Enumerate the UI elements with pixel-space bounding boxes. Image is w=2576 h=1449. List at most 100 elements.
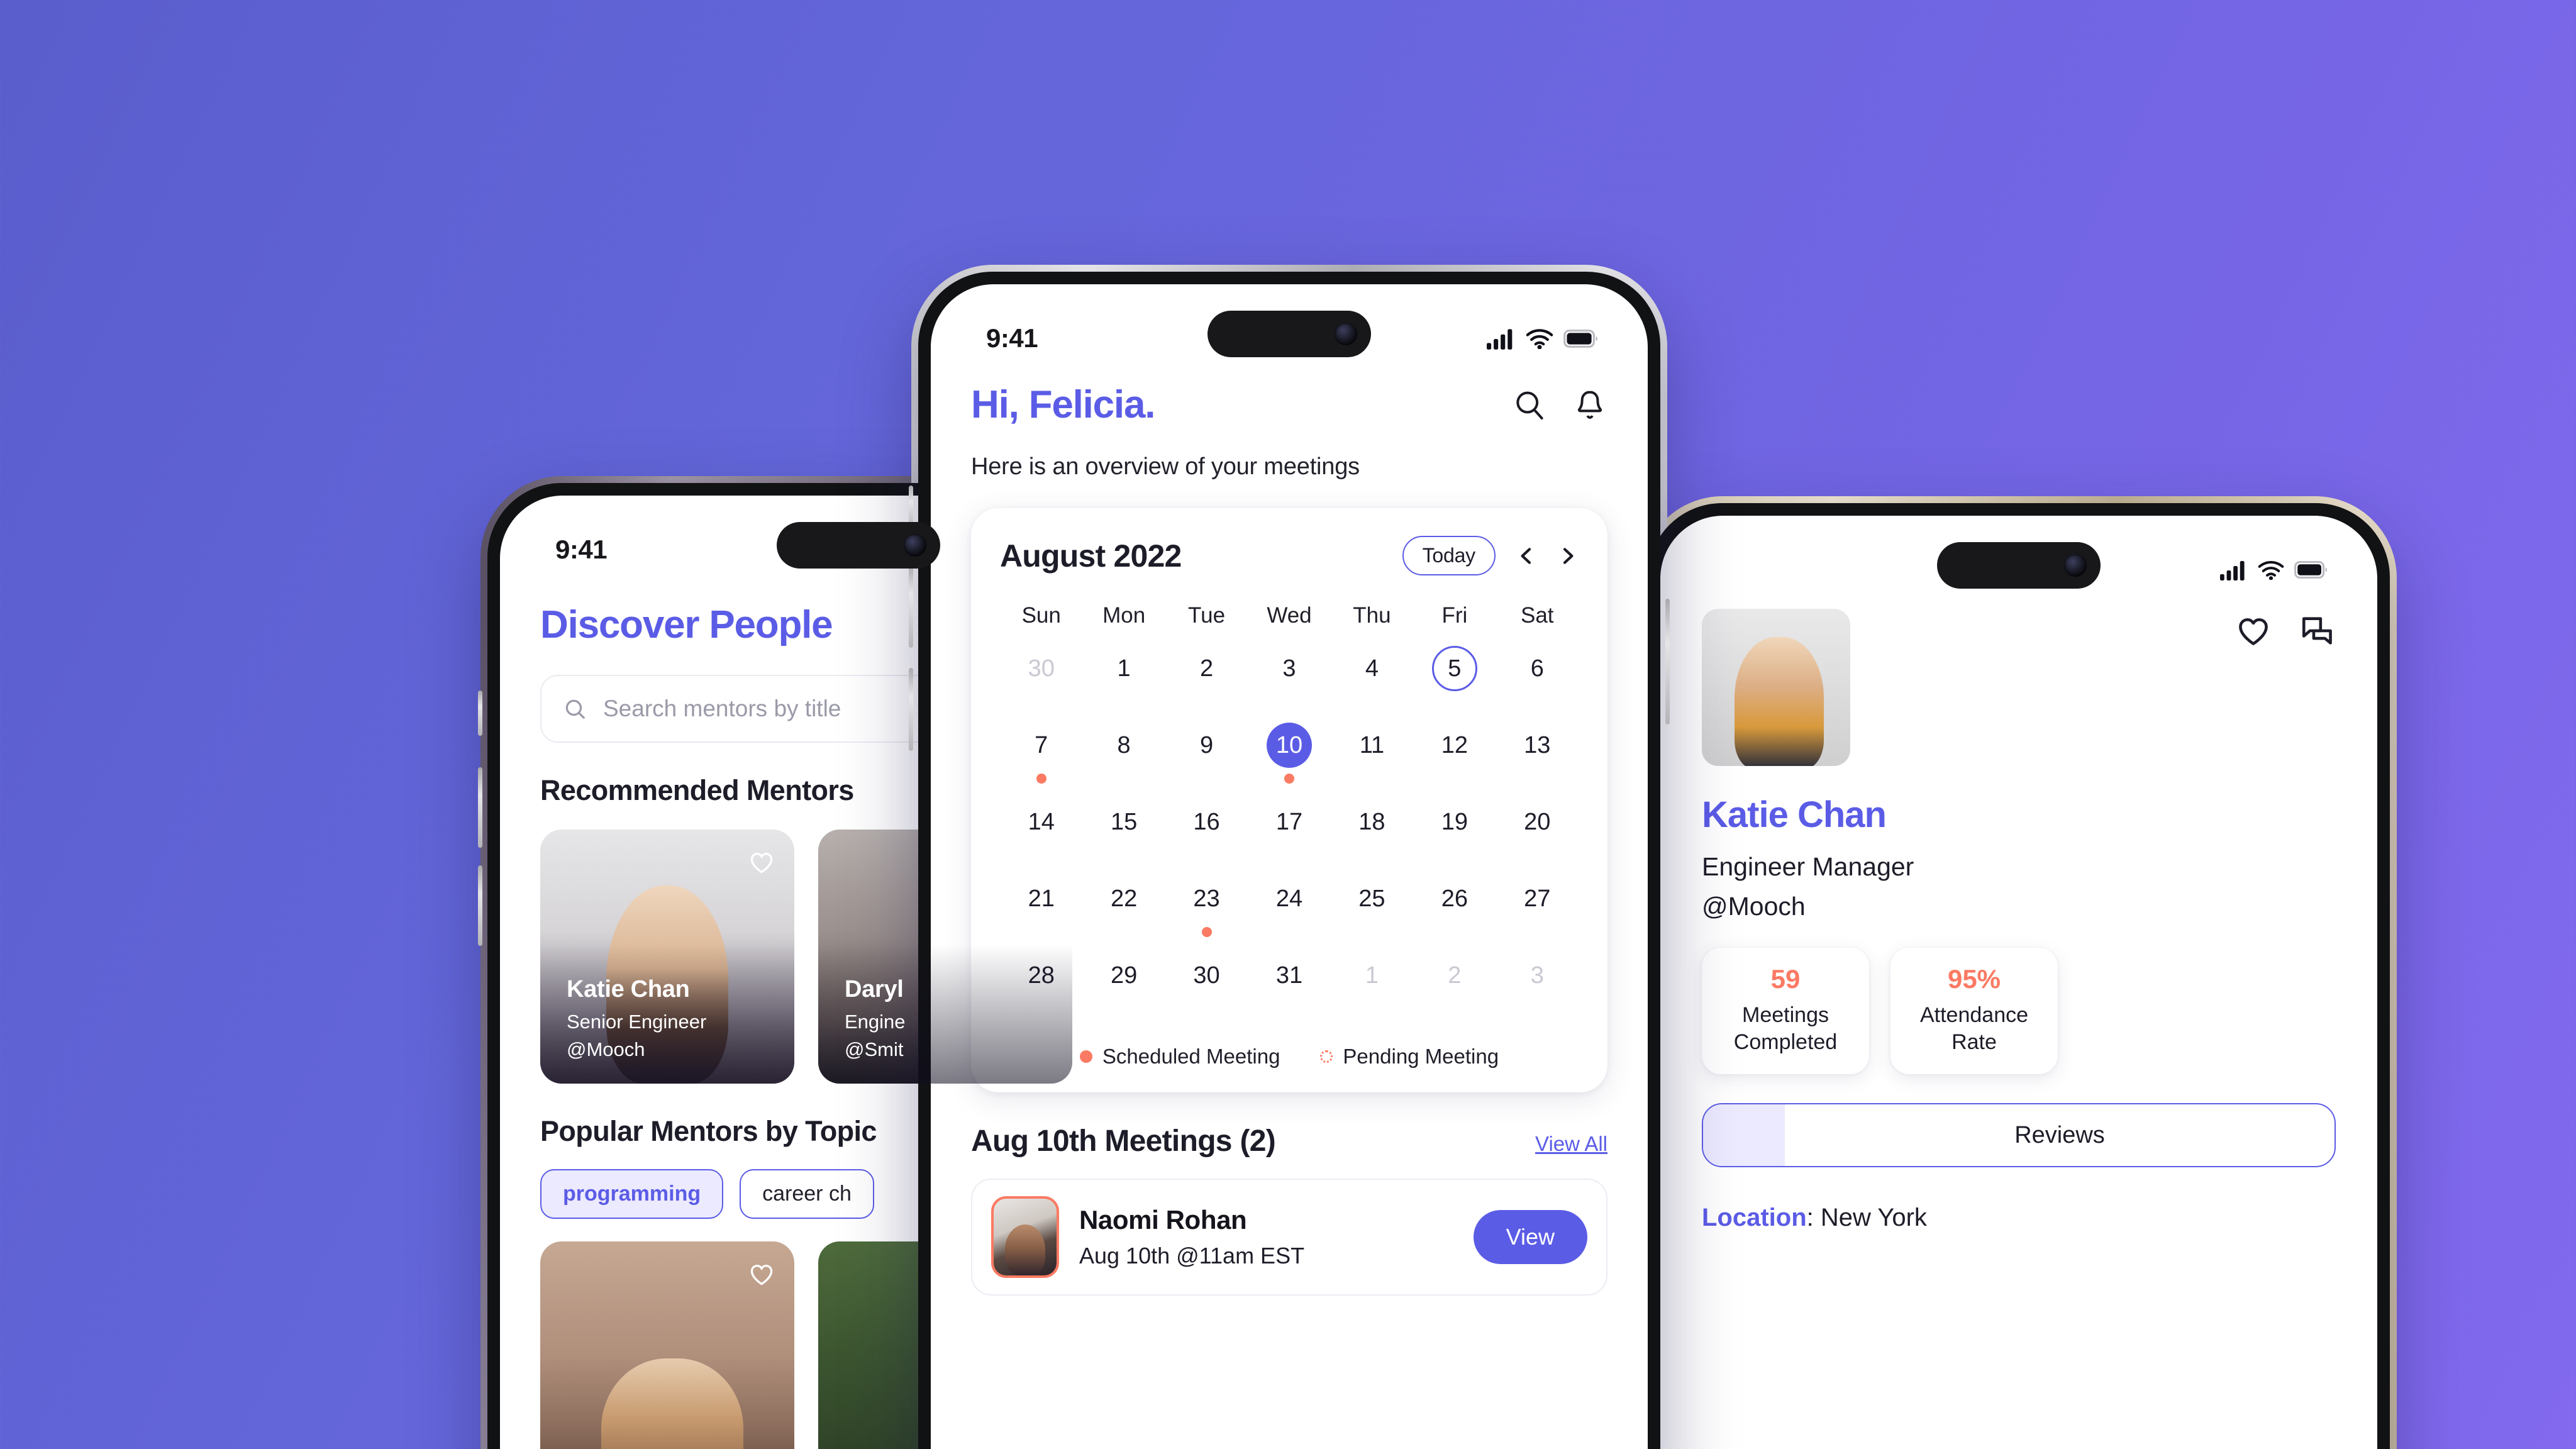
calendar-day-cell[interactable]: 19	[1413, 793, 1496, 870]
calendar-day-number: 9	[1199, 731, 1214, 758]
battery-icon	[1563, 329, 1597, 348]
mentor-card[interactable]: Katie Chan Senior Engineer @Mooch	[540, 830, 794, 1084]
calendar-day-cell[interactable]: 7	[1000, 716, 1082, 793]
avatar	[991, 1196, 1059, 1278]
calendar-day-number: 7	[1035, 731, 1048, 758]
status-time: 9:41	[555, 535, 608, 564]
weekday-label: Tue	[1188, 603, 1226, 628]
power-button[interactable]	[1665, 599, 1670, 724]
calendar-grid[interactable]: 3012345678910111213141516171819202122232…	[1000, 640, 1579, 1023]
calendar-day-cell[interactable]: 22	[1082, 870, 1165, 947]
calendar-day-number: 19	[1441, 808, 1468, 835]
calendar-day-cell[interactable]: 10	[1248, 716, 1330, 793]
volume-down-button[interactable]	[909, 668, 913, 751]
calendar-day-cell[interactable]: 1	[1082, 640, 1165, 716]
front-camera-icon	[1335, 323, 1357, 345]
cellular-signal-icon	[1487, 329, 1513, 350]
calendar-day-number: 23	[1193, 885, 1220, 912]
calendar-day-cell[interactable]: 23	[1165, 870, 1248, 947]
battery-icon	[2294, 561, 2327, 579]
profile-tabs[interactable]: Reviews	[1702, 1103, 2336, 1167]
calendar-day-cell[interactable]: 18	[1331, 793, 1413, 870]
calendar-day-cell[interactable]: 12	[1413, 716, 1496, 793]
stat-label: Attendance Rate	[1919, 1003, 2029, 1054]
topic-tag-career-change[interactable]: career ch	[740, 1169, 874, 1219]
topic-tag-programming[interactable]: programming	[540, 1169, 724, 1219]
calendar-day-cell[interactable]: 27	[1496, 870, 1579, 947]
mute-switch[interactable]	[478, 691, 482, 736]
calendar-day-cell[interactable]: 2	[1413, 947, 1496, 1023]
calendar-day-number: 15	[1110, 808, 1138, 835]
profile-stats: 59 Meetings Completed 95% Attendance Rat…	[1702, 948, 2336, 1074]
calendar-day-cell[interactable]: 15	[1082, 793, 1165, 870]
calendar-day-cell[interactable]: 5	[1413, 640, 1496, 716]
calendar-day-number: 30	[1193, 962, 1220, 989]
calendar-day-cell[interactable]: 30	[1165, 947, 1248, 1023]
search-placeholder: Search mentors by title	[603, 696, 841, 721]
chat-bubbles-icon[interactable]	[2299, 613, 2336, 649]
calendar-day-number: 27	[1524, 885, 1551, 912]
mentor-role: Engine	[845, 1011, 906, 1033]
calendar-day-cell[interactable]: 17	[1248, 793, 1330, 870]
weekday-label: Sun	[1021, 603, 1061, 628]
right-screen: Katie Chan Engineer Manager @Mooch 59 Me…	[1660, 516, 2377, 1449]
meeting-person-name: Naomi Rohan	[1079, 1205, 1247, 1235]
cellular-signal-icon	[2220, 561, 2245, 580]
wifi-icon	[1526, 329, 1553, 349]
volume-up-button[interactable]	[478, 767, 482, 848]
legend-label: Scheduled Meeting	[1102, 1045, 1280, 1068]
calendar-day-cell[interactable]: 30	[1000, 640, 1082, 716]
volume-up-button[interactable]	[909, 565, 913, 648]
calendar-day-cell[interactable]: 16	[1165, 793, 1248, 870]
weekday-label: Thu	[1353, 603, 1391, 628]
calendar-day-cell[interactable]: 25	[1331, 870, 1413, 947]
favorite-heart-icon[interactable]	[748, 1260, 775, 1288]
calendar-day-cell[interactable]: 6	[1496, 640, 1579, 716]
calendar-day-number: 22	[1110, 885, 1138, 912]
view-meeting-button[interactable]: View	[1473, 1210, 1587, 1264]
calendar-day-cell[interactable]: 2	[1165, 640, 1248, 716]
view-all-link[interactable]: View All	[1535, 1132, 1607, 1156]
favorite-heart-icon[interactable]	[2235, 613, 2272, 649]
calendar-day-cell[interactable]: 3	[1496, 947, 1579, 1023]
calendar-day-number: 24	[1275, 885, 1303, 912]
notification-bell-icon[interactable]	[1572, 387, 1607, 423]
today-button[interactable]: Today	[1402, 536, 1496, 575]
calendar-day-cell[interactable]: 1	[1331, 947, 1413, 1023]
calendar-day-number: 26	[1441, 885, 1468, 912]
mentor-company: @Mooch	[567, 1038, 645, 1060]
meeting-time: Aug 10th @11am EST	[1079, 1243, 1305, 1269]
mentor-card[interactable]: Daryl Engine @Smit	[818, 830, 1072, 1084]
calendar-day-cell[interactable]: 9	[1165, 716, 1248, 793]
header-actions[interactable]	[1512, 387, 1607, 423]
scheduled-dot-icon	[1079, 1050, 1092, 1063]
mentor-role: Senior Engineer	[567, 1011, 707, 1033]
calendar-day-cell[interactable]: 3	[1248, 640, 1330, 716]
calendar-day-cell[interactable]: 8	[1082, 716, 1165, 793]
mentor-card[interactable]	[540, 1241, 794, 1449]
calendar-day-cell[interactable]: 24	[1248, 870, 1330, 947]
search-icon[interactable]	[1512, 387, 1547, 423]
chevron-right-icon[interactable]	[1557, 545, 1579, 567]
calendar-day-cell[interactable]: 26	[1413, 870, 1496, 947]
calendar-day-cell[interactable]: 29	[1082, 947, 1165, 1023]
calendar-day-cell[interactable]: 31	[1248, 947, 1330, 1023]
weekday-label: Fri	[1441, 603, 1468, 628]
calendar-day-number: 16	[1193, 808, 1220, 835]
scheduled-meeting-dot-icon	[1036, 774, 1046, 784]
calendar-day-cell[interactable]: 20	[1496, 793, 1579, 870]
calendar-day-cell[interactable]: 11	[1331, 716, 1413, 793]
location-value: New York	[1820, 1204, 1927, 1231]
greeting-title: Hi, Felicia.	[971, 383, 1155, 426]
tab-about[interactable]	[1703, 1104, 1785, 1166]
page-subtitle: Here is an overview of your meetings	[971, 453, 1360, 480]
meeting-row[interactable]: Naomi Rohan Aug 10th @11am EST View	[971, 1179, 1607, 1296]
chevron-left-icon[interactable]	[1516, 545, 1537, 567]
calendar-day-cell[interactable]: 4	[1331, 640, 1413, 716]
volume-down-button[interactable]	[478, 865, 482, 946]
tab-reviews[interactable]: Reviews	[1785, 1122, 2334, 1149]
favorite-heart-icon[interactable]	[748, 848, 775, 876]
stat-value: 95%	[1947, 964, 2001, 994]
calendar-day-number: 12	[1441, 731, 1468, 758]
calendar-day-cell[interactable]: 13	[1496, 716, 1579, 793]
